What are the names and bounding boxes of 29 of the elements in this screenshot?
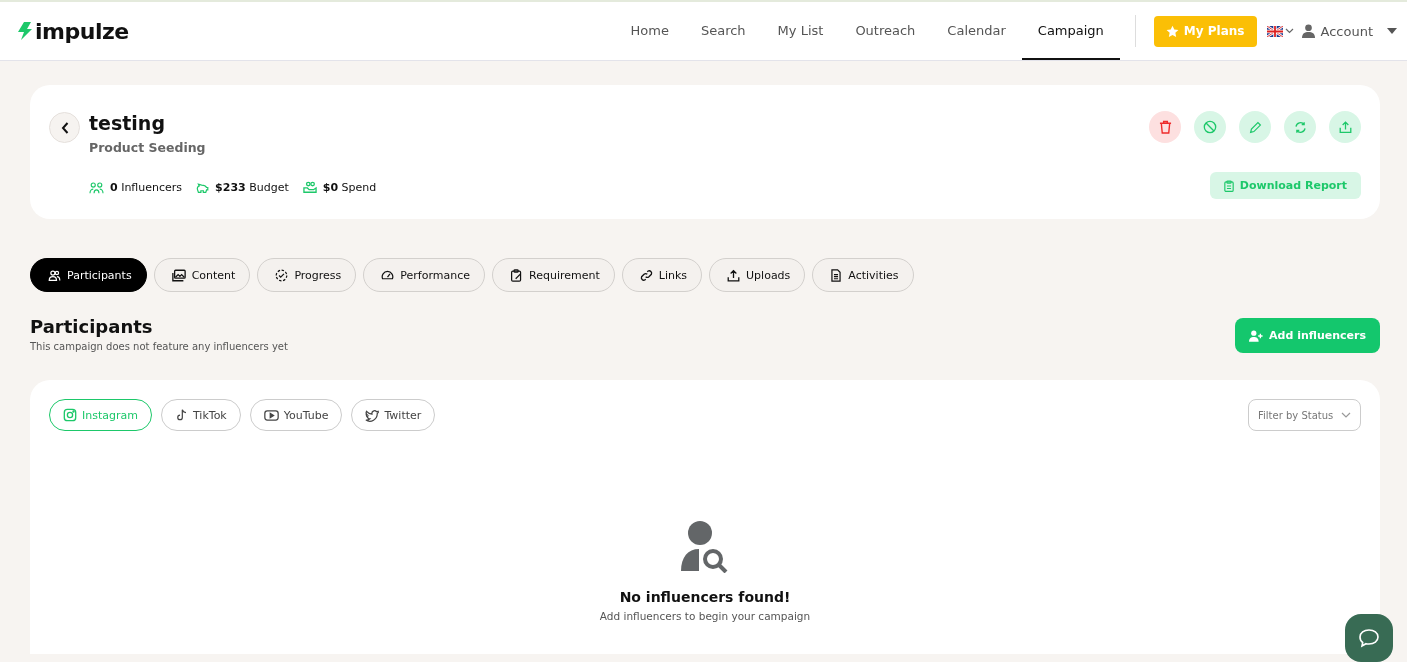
nav-link[interactable]: Campaign: [1021, 2, 1120, 60]
logo-text[interactable]: impulze: [35, 18, 129, 44]
stat-text: $233 Budget: [215, 181, 289, 194]
tab[interactable]: Activities: [812, 258, 914, 292]
nav-link[interactable]: Search: [684, 2, 762, 60]
platform-tab[interactable]: Twitter: [351, 399, 436, 431]
section-title: Participants: [30, 316, 154, 338]
stat-text: $0 Spend: [322, 181, 377, 194]
tab[interactable]: Uploads: [709, 258, 806, 292]
campaign-type: Product Seeding: [89, 140, 207, 155]
empty-state-title: No influencers found!: [619, 589, 791, 605]
nav-link[interactable]: Calendar: [931, 2, 1022, 60]
account-menu[interactable]: Account: [1320, 23, 1373, 39]
status-filter-dropdown[interactable]: Filter by Status: [1248, 399, 1361, 431]
tab[interactable]: Performance: [363, 258, 486, 292]
platform-tab[interactable]: YouTube: [249, 399, 343, 431]
stat-text: 0 Influencers: [110, 181, 183, 194]
nav-link[interactable]: Outreach: [839, 2, 932, 60]
section-subtitle: This campaign does not feature any influencers yet: [30, 341, 288, 352]
empty-state-message: Add influencers to begin your campaign: [599, 610, 811, 622]
tab[interactable]: Progress: [257, 258, 357, 292]
tab[interactable]: Links: [621, 258, 703, 292]
campaign-title: testing: [89, 111, 166, 135]
platform-tab[interactable]: TikTok: [160, 399, 241, 431]
tab[interactable]: Requirement: [492, 258, 615, 292]
nav-link[interactable]: Home: [614, 2, 685, 60]
tab[interactable]: Participants: [30, 258, 147, 292]
tab[interactable]: Content: [153, 258, 251, 292]
nav-link[interactable]: My List: [761, 2, 840, 60]
